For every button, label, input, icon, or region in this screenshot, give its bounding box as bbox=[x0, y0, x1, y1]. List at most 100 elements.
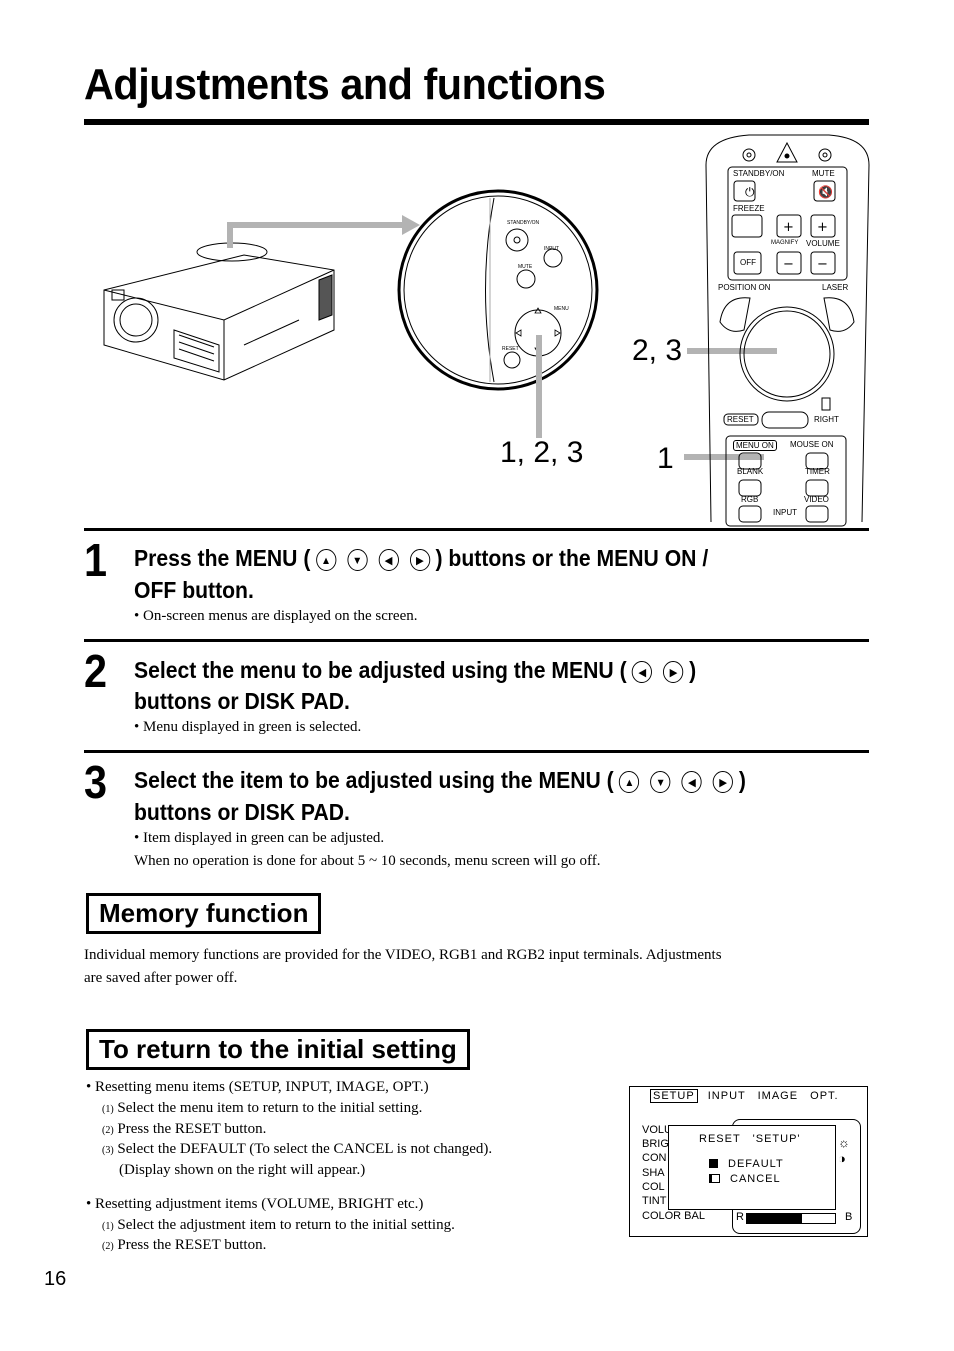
memory-text-line1: Individual memory functions are provided… bbox=[84, 947, 722, 963]
step-1-heading-line1: Press the MENU (▲ ▼ ◀ ▶) buttons or the MEN… bbox=[134, 543, 708, 574]
menu-left-icon: ◀ bbox=[378, 549, 399, 571]
remote-freeze-label: FREEZE bbox=[733, 204, 765, 213]
initial-setting-heading: To return to the initial setting bbox=[86, 1029, 470, 1070]
reset-dialog-title: RESET 'SETUP' bbox=[699, 1133, 801, 1145]
menu-right-icon: ▶ bbox=[713, 771, 734, 793]
menu-left-icon: ◀ bbox=[681, 771, 703, 793]
step-2-note: • Menu displayed in green is selected. bbox=[134, 719, 362, 735]
callout-steps-1-2-3: 1, 2, 3 bbox=[500, 436, 584, 469]
remote-rgb-label: RGB bbox=[741, 495, 759, 504]
step-index: (2) bbox=[102, 1125, 114, 1136]
pointer-line-23 bbox=[687, 348, 777, 354]
osd-reset-screen: SETUP INPUT IMAGE OPT. VOLU BRIG CON SHA… bbox=[629, 1086, 868, 1237]
remote-magnify-label: MAGNIFY bbox=[771, 240, 799, 246]
volume-minus-icon: − bbox=[817, 257, 828, 272]
volume-plus-icon: + bbox=[817, 220, 828, 235]
panel-standby-label: STANDBY/ON bbox=[507, 220, 540, 226]
reset-menu-continuation: (Display shown on the right will appear.… bbox=[119, 1162, 366, 1178]
pointer-line-123 bbox=[536, 335, 542, 438]
remote-standby-label: STANDBY/ON bbox=[733, 169, 785, 178]
step-text: Select the DEFAULT (To select the CANCEL… bbox=[117, 1141, 493, 1157]
reset-adjust-bullet: • Resetting adjustment items (VOLUME, BR… bbox=[86, 1196, 424, 1212]
page-number: 16 bbox=[44, 1268, 67, 1290]
reset-menu-bullet: • Resetting menu items (SETUP, INPUT, IM… bbox=[86, 1079, 429, 1095]
option-selected-icon bbox=[709, 1159, 718, 1168]
step-index: (1) bbox=[102, 1104, 114, 1115]
remote-input-label: INPUT bbox=[773, 508, 797, 517]
menu-down-icon: ▼ bbox=[650, 771, 671, 793]
step-2-number: 2 bbox=[84, 645, 108, 697]
remote-blank-label: BLANK bbox=[737, 467, 764, 476]
step-3-heading-post: ) bbox=[738, 767, 746, 793]
step-3-rule bbox=[84, 750, 869, 753]
step-1-rule bbox=[84, 528, 869, 531]
page-title: Adjustments and functions bbox=[84, 60, 606, 109]
step-3-note-1: • Item displayed in green can be adjuste… bbox=[134, 830, 385, 846]
magnify-minus-icon: − bbox=[783, 257, 794, 272]
projector-illustration bbox=[103, 242, 335, 381]
step-1-number: 1 bbox=[84, 534, 108, 586]
contrast-icon: ◑ bbox=[838, 1151, 846, 1166]
step-1-note: • On-screen menus are displayed on the s… bbox=[134, 608, 418, 624]
mute-speaker-icon: 🔇 bbox=[818, 185, 833, 199]
remote-laser-label: LASER bbox=[822, 283, 849, 292]
osd-tab-bar: SETUP INPUT IMAGE OPT. bbox=[650, 1089, 839, 1103]
step-3-heading-line2: buttons or DISK PAD. bbox=[134, 799, 350, 825]
osd-row-bright: BRIG bbox=[642, 1138, 669, 1150]
step-3-heading-line1: Select the item to be adjusted using the… bbox=[134, 765, 746, 796]
step-3-heading-pre: Select the item to be adjusted using the… bbox=[134, 767, 614, 793]
remote-reset-label: RESET bbox=[727, 415, 754, 424]
memory-text-line2: are saved after power off. bbox=[84, 970, 238, 986]
step-index: (1) bbox=[102, 1221, 114, 1232]
panel-mute-label: MUTE bbox=[518, 264, 533, 270]
osd-bar-left-label: R bbox=[736, 1211, 744, 1223]
step-1-heading-line2: OFF button. bbox=[134, 577, 254, 603]
title-rule bbox=[84, 119, 869, 125]
osd-bar-right-label: B bbox=[845, 1211, 853, 1223]
control-panel-closeup bbox=[397, 189, 599, 391]
reset-adjust-step-2: (2) Press the RESET button. bbox=[102, 1234, 266, 1258]
step-index: (3) bbox=[102, 1145, 114, 1156]
step-1-heading-pre: Press the MENU ( bbox=[134, 545, 311, 571]
osd-tab-setup: SETUP bbox=[650, 1089, 698, 1103]
step-text: Select the adjustment item to return to … bbox=[117, 1217, 455, 1233]
callout-step-1: 1 bbox=[657, 442, 674, 475]
step-1-heading-post: ) buttons or the MENU ON / bbox=[435, 545, 709, 571]
remote-video-label: VIDEO bbox=[804, 495, 829, 504]
reset-dialog: RESET 'SETUP' DEFAULT CANCEL bbox=[668, 1125, 836, 1210]
brightness-icon: ☼ bbox=[838, 1135, 850, 1150]
osd-row-tint: TINT bbox=[642, 1195, 667, 1207]
menu-right-icon: ▶ bbox=[409, 549, 430, 571]
panel-input-label: INPUT bbox=[544, 246, 559, 252]
osd-tab-input: INPUT bbox=[707, 1090, 746, 1102]
remote-right-label: RIGHT bbox=[814, 415, 839, 424]
step-text: Press the RESET button. bbox=[117, 1237, 267, 1253]
reset-option-default[interactable]: DEFAULT bbox=[709, 1158, 784, 1170]
menu-right-icon: ▶ bbox=[663, 661, 684, 683]
option-label: CANCEL bbox=[730, 1173, 781, 1185]
remote-position-label: POSITION ON bbox=[718, 283, 771, 292]
osd-tab-image: IMAGE bbox=[757, 1090, 799, 1102]
option-unselected-icon bbox=[709, 1174, 720, 1183]
remote-mouse-on-label: MOUSE ON bbox=[790, 440, 834, 449]
remote-menu-on-label: MENU ON bbox=[733, 440, 777, 451]
step-2-heading-line2: buttons or DISK PAD. bbox=[134, 688, 350, 714]
menu-up-icon: ▲ bbox=[619, 771, 640, 793]
osd-row-contrast: CON bbox=[642, 1152, 667, 1164]
osd-row-color: COL bbox=[642, 1181, 665, 1193]
step-text: Select the menu item to return to the in… bbox=[117, 1100, 423, 1116]
step-text: Press the RESET button. bbox=[117, 1121, 267, 1137]
reset-option-cancel[interactable]: CANCEL bbox=[709, 1173, 781, 1185]
step-2-heading-pre: Select the menu to be adjusted using the… bbox=[134, 657, 627, 683]
step-3-note-2: When no operation is done for about 5 ~ … bbox=[134, 853, 601, 869]
pointer-line-1 bbox=[684, 454, 764, 460]
remote-control-illustration bbox=[705, 134, 870, 527]
remote-timer-label: TIMER bbox=[805, 467, 830, 476]
remote-volume-label: VOLUME bbox=[806, 239, 840, 248]
step-2-heading-post: ) bbox=[689, 657, 697, 683]
osd-row-sharp: SHA bbox=[642, 1167, 665, 1179]
power-icon: ⏻ bbox=[745, 185, 755, 199]
step-3-number: 3 bbox=[84, 756, 108, 808]
remote-off-label: OFF bbox=[740, 258, 756, 267]
color-bal-fill bbox=[747, 1214, 802, 1223]
